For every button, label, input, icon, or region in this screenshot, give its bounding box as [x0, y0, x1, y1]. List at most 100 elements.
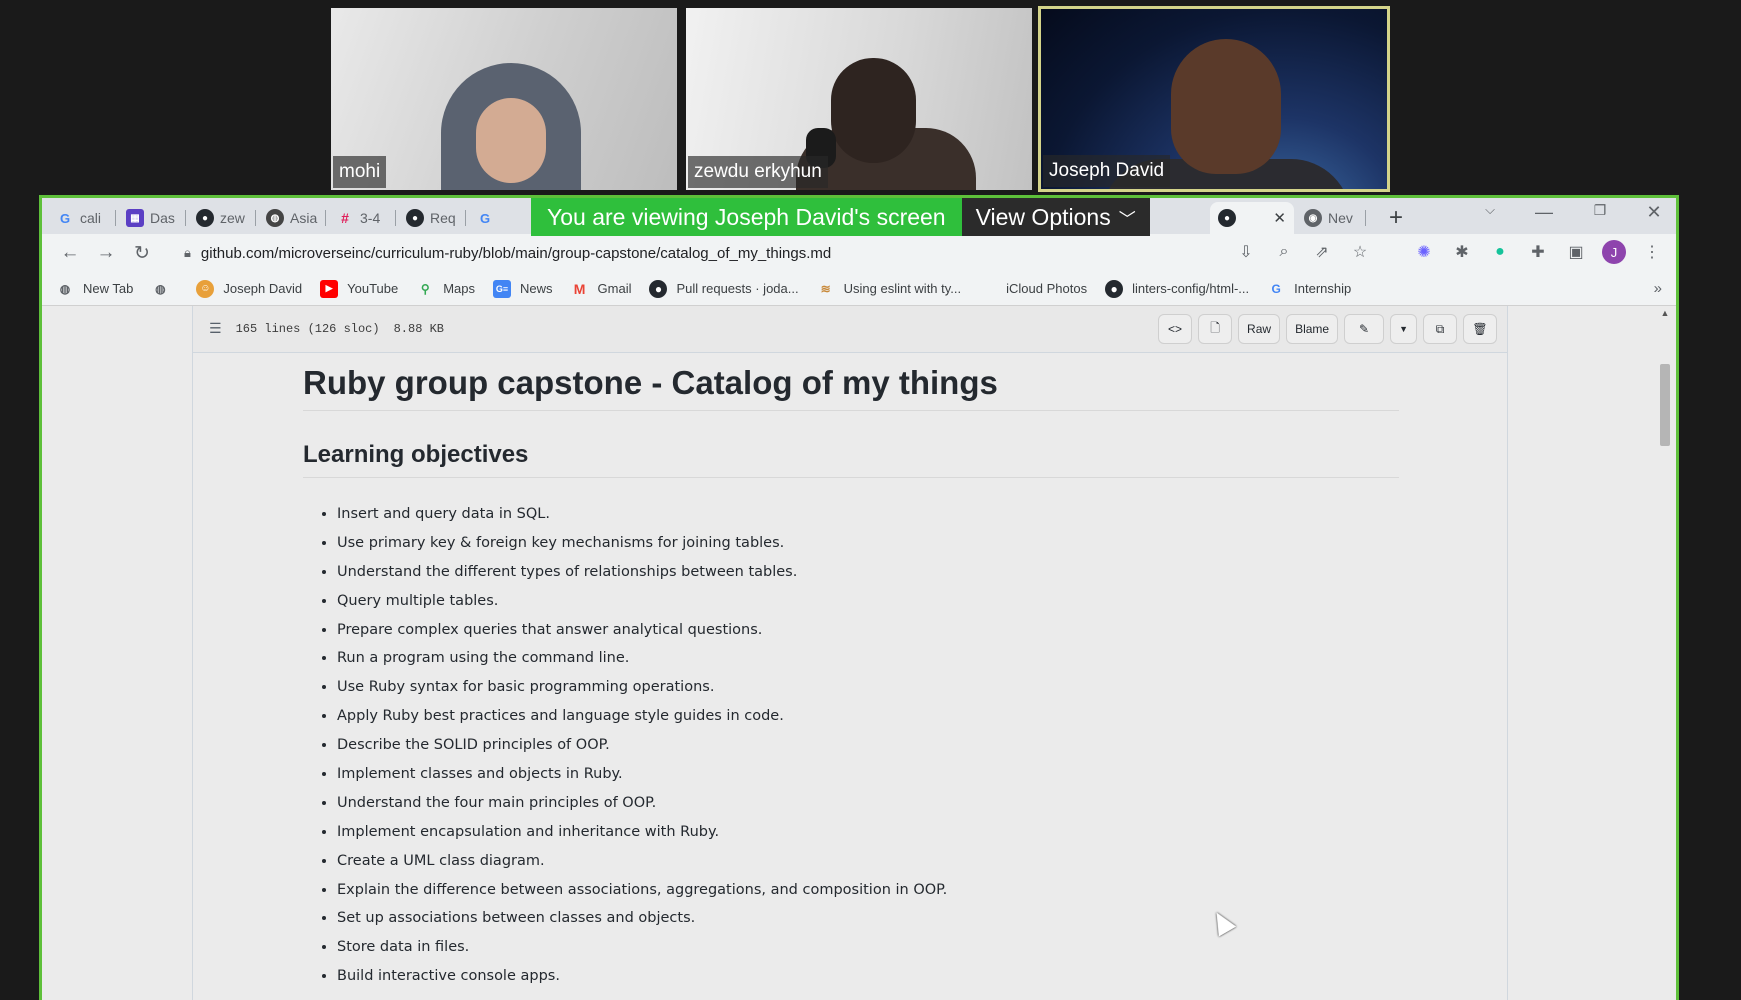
list-item: Understand the four main principles of O…: [337, 793, 1399, 822]
tab-label: Nev: [1328, 210, 1353, 226]
participant-tile-active-speaker[interactable]: Joseph David: [1038, 6, 1390, 192]
person-icon: ☺: [196, 279, 215, 298]
browser-tab[interactable]: G: [468, 202, 508, 234]
more-bookmarks-icon[interactable]: »: [1654, 280, 1662, 297]
scrollbar-thumb[interactable]: [1660, 364, 1670, 446]
bookmark-youtube[interactable]: ▶ YouTube: [320, 279, 398, 298]
google-icon: G: [1271, 281, 1281, 296]
browser-tab[interactable]: ◍ Asia: [258, 202, 326, 234]
list-item: Insert and query data in SQL.: [337, 504, 1399, 533]
chevron-down-icon: ﹀: [1118, 209, 1136, 229]
participant-tile[interactable]: zewdu erkyhun: [684, 6, 1034, 192]
delete-button[interactable]: 🗑︎: [1463, 314, 1497, 344]
puzzle-icon[interactable]: ✚: [1526, 240, 1550, 264]
url-text: github.com/microverseinc/curriculum-ruby…: [200, 244, 832, 262]
address-bar[interactable]: 🔒︎ github.com/microverseinc/curriculum-r…: [172, 238, 1272, 268]
bookmark-label: Joseph David: [223, 281, 303, 296]
bookmark-pull-requests[interactable]: ● Pull requests · joda...: [649, 279, 799, 298]
new-tab-button[interactable]: +: [1382, 204, 1410, 232]
source-view-button[interactable]: <>: [1158, 314, 1193, 344]
extension-bug-icon[interactable]: ✱: [1450, 240, 1474, 264]
list-item: Prepare complex queries that answer anal…: [337, 620, 1399, 649]
google-icon: G: [59, 210, 71, 226]
browser-tab[interactable]: ● Req: [398, 202, 466, 234]
list-item: Implement encapsulation and inheritance …: [337, 822, 1399, 851]
shared-screen: G cali ▦ Das ● zew ◍ Asia # 3-4 ● Req G …: [39, 195, 1679, 1000]
close-icon[interactable]: ✕: [1273, 209, 1286, 227]
edit-button[interactable]: ✎: [1344, 314, 1385, 344]
browser-tab[interactable]: # 3-4: [328, 202, 396, 234]
bookmark-gmail[interactable]: M Gmail: [571, 280, 632, 298]
slack-icon: #: [341, 210, 349, 226]
file-view: ☰ 165 lines (126 sloc) 8.88 KB <> 🗋︎ Raw…: [192, 306, 1508, 1000]
sidebar-icon[interactable]: ▣: [1564, 240, 1588, 264]
bookmark-internship[interactable]: G Internship: [1267, 280, 1351, 298]
rendered-view-button[interactable]: 🗋︎: [1198, 314, 1233, 344]
minimize-icon[interactable]: —: [1524, 202, 1564, 223]
code-icon: <>: [1168, 322, 1183, 336]
zoom-viewing-banner: You are viewing Joseph David's screen Vi…: [531, 198, 1150, 236]
lock-icon: 🔒︎: [184, 245, 191, 260]
bookmark-new-tab[interactable]: ◍ New Tab: [56, 280, 134, 298]
pencil-icon: ✎: [1359, 322, 1370, 336]
zoom-icon[interactable]: ⌕: [1272, 240, 1296, 264]
view-options-label: View Options: [975, 203, 1111, 230]
browser-tab[interactable]: G cali: [48, 202, 116, 234]
globe-icon: ◍: [155, 281, 166, 296]
github-page: ☰ 165 lines (126 sloc) 8.88 KB <> 🗋︎ Raw…: [42, 306, 1676, 1000]
bookmark-globe[interactable]: ◍: [151, 280, 178, 298]
bookmark-news[interactable]: G≡ News: [493, 279, 553, 298]
bookmark-maps[interactable]: ⚲ Maps: [416, 280, 475, 298]
edit-dropdown-button[interactable]: ▼: [1390, 314, 1417, 344]
list-item: Store data in files.: [337, 937, 1399, 966]
bookmark-joseph-david[interactable]: ☺ Joseph David: [196, 279, 303, 298]
restore-icon[interactable]: ❐: [1580, 202, 1620, 219]
list-item: Describe the SOLID principles of OOP.: [337, 735, 1399, 764]
globe-icon: ◍: [59, 281, 71, 296]
forward-button[interactable]: →: [88, 242, 124, 264]
blame-button[interactable]: Blame: [1286, 314, 1339, 344]
github-icon: ●: [1105, 279, 1124, 298]
back-button[interactable]: ←: [52, 242, 88, 264]
github-icon: ●: [1218, 209, 1236, 227]
tab-search-icon[interactable]: ⌵: [1470, 202, 1510, 218]
browser-tab[interactable]: ▦ Das: [118, 202, 186, 234]
participant-tile[interactable]: mohi: [329, 6, 679, 192]
bookmark-linters-config[interactable]: ● linters-config/html-...: [1105, 279, 1249, 298]
trash-icon: 🗑︎: [1472, 322, 1488, 336]
browser-tab[interactable]: ◉ Nev: [1296, 202, 1366, 234]
file-size: 8.88 KB: [393, 322, 445, 336]
browser-tab[interactable]: ● zew: [188, 202, 256, 234]
reload-button[interactable]: ↻: [124, 242, 160, 265]
bookmark-eslint[interactable]: ≋ Using eslint with ty...: [817, 280, 962, 298]
section-heading: Learning objectives: [303, 441, 1399, 478]
participant-name: zewdu erkyhun: [688, 156, 828, 188]
share-icon[interactable]: ⇗: [1310, 240, 1334, 264]
browser-tab-active[interactable]: ● ✕: [1210, 202, 1294, 234]
page-scrollbar[interactable]: ▲: [1658, 306, 1672, 1000]
file-actions: <> 🗋︎ Raw Blame ✎ ▼ ⧉ 🗑︎: [1158, 314, 1497, 344]
extensions-area: ✺ ✱ ● ✚ ▣ J ⋮: [1412, 240, 1664, 264]
install-app-icon[interactable]: ⇩: [1234, 240, 1258, 264]
bookmark-star-icon[interactable]: ☆: [1348, 240, 1372, 264]
list-item: Understand the different types of relati…: [337, 562, 1399, 591]
bookmark-icloud[interactable]: iCloud Photos: [979, 280, 1087, 298]
view-options-button[interactable]: View Options ﹀: [961, 198, 1150, 236]
grammarly-icon[interactable]: ●: [1488, 240, 1512, 264]
github-icon: ●: [406, 209, 424, 227]
profile-avatar[interactable]: J: [1602, 240, 1626, 264]
raw-button[interactable]: Raw: [1238, 314, 1281, 344]
tab-label: cali: [80, 210, 102, 226]
scroll-up-arrow-icon[interactable]: ▲: [1658, 308, 1672, 318]
extension-gear-icon[interactable]: ✺: [1412, 240, 1436, 264]
list-item: Use Ruby syntax for basic programming op…: [337, 677, 1399, 706]
google-icon: G: [479, 210, 491, 226]
github-icon: ●: [196, 209, 214, 227]
tab-label: 3-4: [360, 210, 381, 226]
close-window-icon[interactable]: ✕: [1634, 202, 1674, 223]
document-title: Ruby group capstone - Catalog of my thin…: [303, 364, 1399, 411]
outline-icon[interactable]: ☰: [209, 321, 222, 337]
menu-kebab-icon[interactable]: ⋮: [1640, 240, 1664, 264]
copy-button[interactable]: ⧉: [1423, 314, 1457, 344]
participant-name: mohi: [333, 156, 387, 188]
